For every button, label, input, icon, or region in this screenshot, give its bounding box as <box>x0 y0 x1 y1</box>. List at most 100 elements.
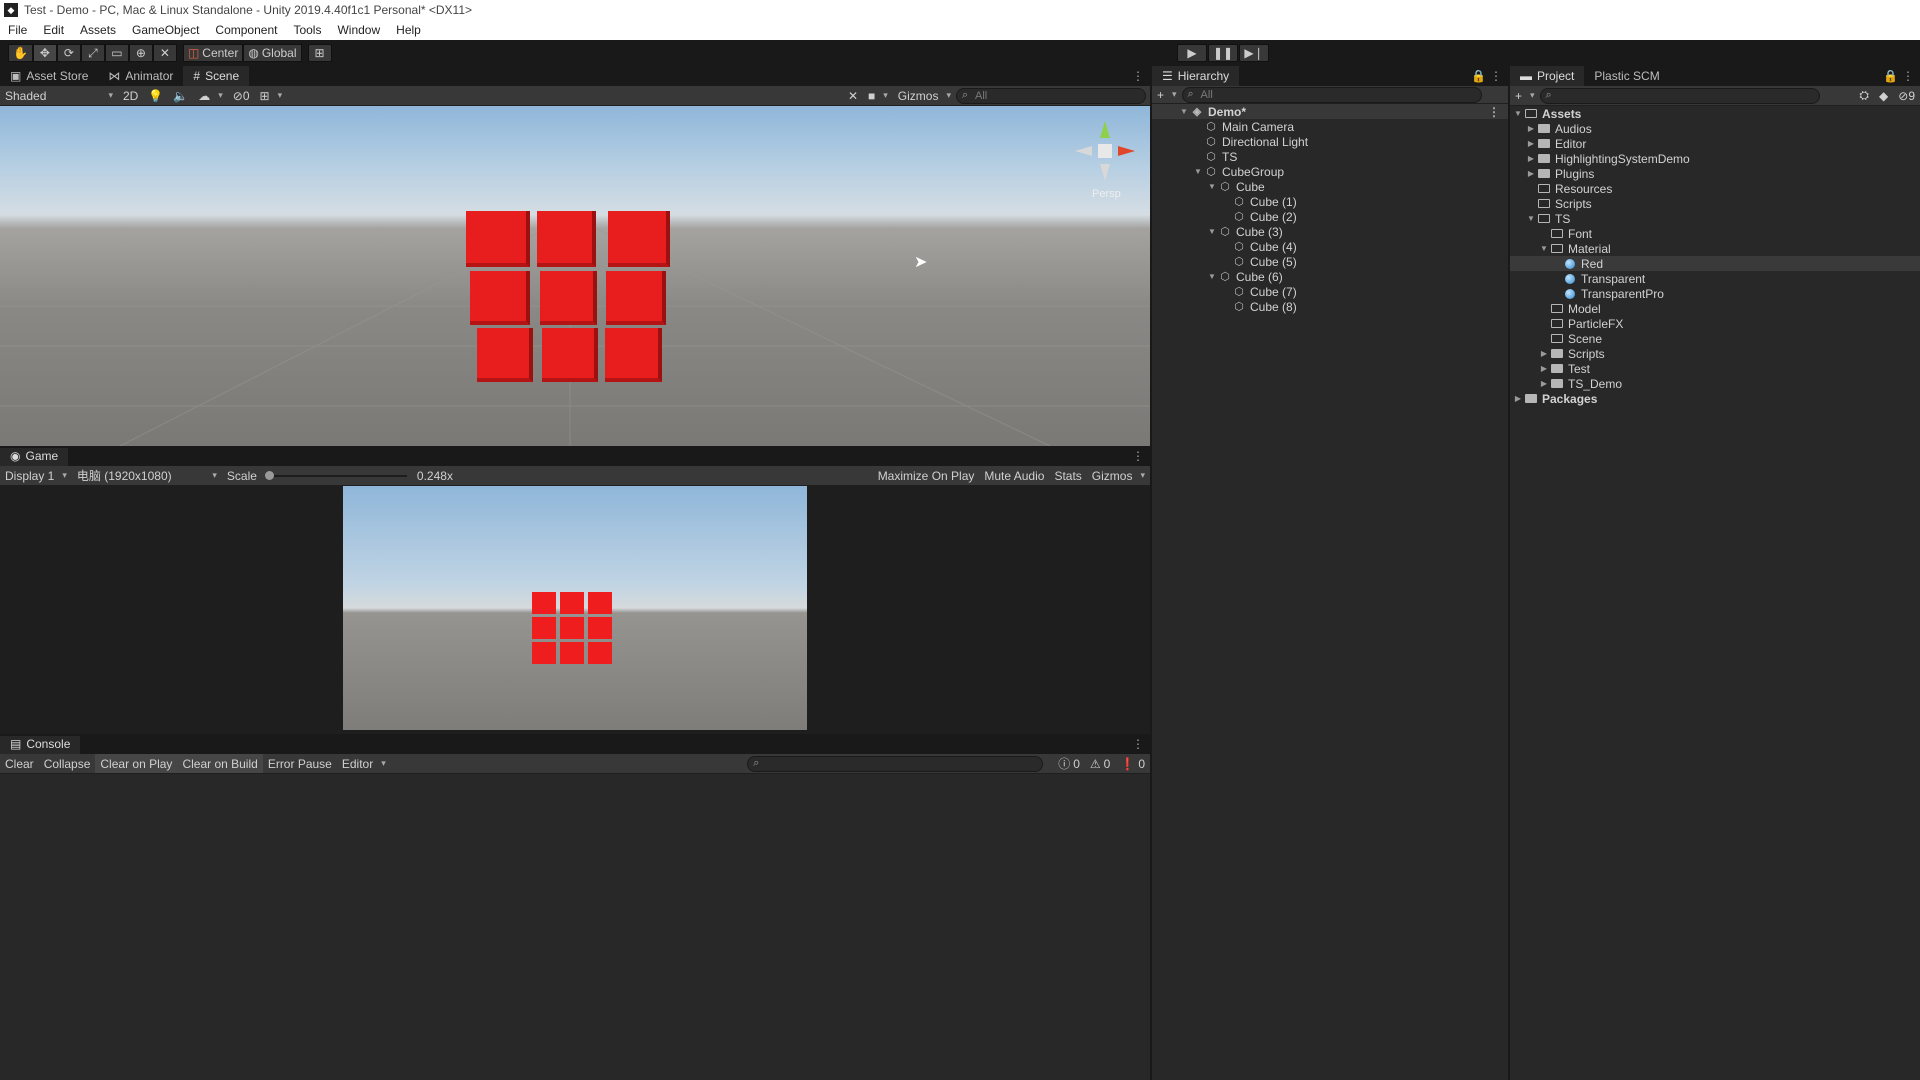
error-filter-toggle[interactable]: ❗ 0 <box>1115 754 1150 773</box>
camera-dropdown-icon[interactable]: ■ <box>863 86 893 105</box>
mute-audio-toggle[interactable]: Mute Audio <box>979 466 1049 485</box>
panel-divider[interactable] <box>1150 66 1152 1080</box>
tab-scene[interactable]: # Scene <box>183 66 250 86</box>
lock-icon[interactable]: 🔒 <box>1471 69 1486 83</box>
hierarchy-item-cube-1[interactable]: ⬡ Cube (1) <box>1152 194 1508 209</box>
maximize-on-play-toggle[interactable]: Maximize On Play <box>873 466 980 485</box>
menu-tools[interactable]: Tools <box>285 23 329 37</box>
log-filter-toggle[interactable]: ⓘ 0 <box>1053 754 1085 773</box>
project-item-model[interactable]: Model <box>1510 301 1920 316</box>
custom-tool-icon[interactable]: ✕ <box>152 44 177 62</box>
scene-options-icon[interactable]: ⋮ <box>1488 105 1500 119</box>
menu-assets[interactable]: Assets <box>72 23 124 37</box>
panel-divider[interactable] <box>0 734 1150 736</box>
project-item-scene[interactable]: Scene <box>1510 331 1920 346</box>
project-item-particlefx[interactable]: ParticleFX <box>1510 316 1920 331</box>
project-item-audios[interactable]: ▶ Audios <box>1510 121 1920 136</box>
step-icon[interactable]: ▶❘ <box>1239 44 1269 62</box>
hierarchy-item-cube-4[interactable]: ⬡ Cube (4) <box>1152 239 1508 254</box>
expand-arrow-icon[interactable]: ▼ <box>1192 167 1204 176</box>
hand-tool-icon[interactable]: ✋ <box>8 44 33 62</box>
game-gizmos-dropdown[interactable]: Gizmos <box>1087 466 1150 485</box>
shading-mode-dropdown[interactable]: Shaded <box>0 86 118 105</box>
display-dropdown[interactable]: Display 1 <box>0 466 72 485</box>
hierarchy-item-cube-2[interactable]: ⬡ Cube (2) <box>1152 209 1508 224</box>
play-icon[interactable]: ▶ <box>1177 44 1207 62</box>
lock-icon[interactable]: 🔒 <box>1883 69 1898 83</box>
panel-divider[interactable] <box>1508 66 1510 1080</box>
effects-dropdown-icon[interactable]: ☁ <box>193 86 228 105</box>
search-by-label-icon[interactable]: ◆ <box>1874 86 1893 105</box>
tab-hierarchy[interactable]: ☰ Hierarchy <box>1152 66 1240 86</box>
collapse-arrow-icon[interactable]: ▶ <box>1525 124 1537 133</box>
scene-viewport[interactable]: ➤ Persp <box>0 106 1150 446</box>
search-by-type-icon[interactable]: ⛭ <box>1854 86 1874 105</box>
cube[interactable] <box>608 211 670 267</box>
project-item-transparent[interactable]: Transparent <box>1510 271 1920 286</box>
hidden-objects-toggle[interactable]: ⊘ 0 <box>228 86 255 105</box>
tab-game[interactable]: ◉ Game <box>0 446 69 466</box>
hierarchy-item-cube[interactable]: ▼ ⬡ Cube <box>1152 179 1508 194</box>
rect-tool-icon[interactable]: ▭ <box>104 44 129 62</box>
project-item-ts[interactable]: ▼ TS <box>1510 211 1920 226</box>
cube[interactable] <box>537 211 596 267</box>
warning-filter-toggle[interactable]: ⚠ 0 <box>1085 754 1115 773</box>
resolution-dropdown[interactable]: 电脑 (1920x1080) <box>72 466 222 485</box>
project-item-red[interactable]: Red <box>1510 256 1920 271</box>
cube[interactable] <box>605 328 662 382</box>
project-item-test[interactable]: ▶ Test <box>1510 361 1920 376</box>
console-search-input[interactable] <box>747 755 1044 772</box>
hidden-packages-toggle[interactable]: ⊘ 9 <box>1893 86 1920 105</box>
menu-file[interactable]: File <box>0 23 35 37</box>
collapse-arrow-icon[interactable]: ▶ <box>1538 379 1550 388</box>
game-viewport[interactable] <box>0 486 1150 736</box>
cube[interactable] <box>477 328 533 382</box>
project-item-resources[interactable]: Resources <box>1510 181 1920 196</box>
lighting-toggle-icon[interactable]: 💡 <box>143 86 168 105</box>
scale-slider[interactable] <box>262 466 412 485</box>
rotate-tool-icon[interactable]: ⟳ <box>56 44 81 62</box>
hierarchy-item-ts[interactable]: ⬡ TS <box>1152 149 1508 164</box>
collapse-arrow-icon[interactable]: ▶ <box>1538 349 1550 358</box>
collapse-arrow-icon[interactable]: ▶ <box>1525 154 1537 163</box>
project-item-editor[interactable]: ▶ Editor <box>1510 136 1920 151</box>
move-tool-icon[interactable]: ✥ <box>32 44 57 62</box>
hierarchy-search-input[interactable]: All <box>1181 86 1482 103</box>
tab-animator[interactable]: ⋈ Animator <box>98 66 183 86</box>
gizmos-dropdown[interactable]: Gizmos <box>893 86 956 105</box>
orientation-gizmo[interactable]: Persp <box>1070 116 1140 200</box>
scene-search-input[interactable]: All <box>956 87 1146 104</box>
transform-tool-icon[interactable]: ⊕ <box>128 44 153 62</box>
collapse-arrow-icon[interactable]: ▶ <box>1538 364 1550 373</box>
expand-arrow-icon[interactable]: ▼ <box>1206 272 1218 281</box>
2d-toggle[interactable]: 2D <box>118 86 143 105</box>
scale-slider-thumb[interactable] <box>264 470 274 480</box>
grid-toggle-icon[interactable]: ⊞ <box>255 86 288 105</box>
project-item-ts-demo[interactable]: ▶ TS_Demo <box>1510 376 1920 391</box>
tab-project[interactable]: ▬ Project <box>1510 66 1585 86</box>
menu-component[interactable]: Component <box>207 23 285 37</box>
audio-toggle-icon[interactable]: 🔈 <box>168 86 193 105</box>
menu-window[interactable]: Window <box>329 23 388 37</box>
tab-asset-store[interactable]: ▣ Asset Store <box>0 66 98 86</box>
persp-label[interactable]: Persp <box>1092 188 1121 200</box>
menu-edit[interactable]: Edit <box>35 23 72 37</box>
panel-divider[interactable] <box>0 446 1150 448</box>
hierarchy-item-cube-3[interactable]: ▼ ⬡ Cube (3) <box>1152 224 1508 239</box>
pause-icon[interactable]: ❚❚ <box>1208 44 1238 62</box>
grid-snap-icon[interactable]: ⊞ <box>307 44 332 62</box>
project-item-font[interactable]: Font <box>1510 226 1920 241</box>
hierarchy-item-cube-5[interactable]: ⬡ Cube (5) <box>1152 254 1508 269</box>
collapse-arrow-icon[interactable]: ▶ <box>1525 139 1537 148</box>
project-item-scripts[interactable]: ▶ Scripts <box>1510 346 1920 361</box>
pivot-global-button[interactable]: ◍ Global <box>243 44 302 62</box>
project-item-scripts[interactable]: Scripts <box>1510 196 1920 211</box>
expand-arrow-icon[interactable]: ▼ <box>1512 109 1524 118</box>
expand-arrow-icon[interactable]: ▼ <box>1206 227 1218 236</box>
project-item-highlightingsystemdemo[interactable]: ▶ HighlightingSystemDemo <box>1510 151 1920 166</box>
expand-arrow-icon[interactable]: ▼ <box>1538 244 1550 253</box>
expand-arrow-icon[interactable]: ▼ <box>1178 107 1190 116</box>
expand-arrow-icon[interactable]: ▼ <box>1525 214 1537 223</box>
hierarchy-item-cube-6[interactable]: ▼ ⬡ Cube (6) <box>1152 269 1508 284</box>
menu-gameobject[interactable]: GameObject <box>124 23 207 37</box>
